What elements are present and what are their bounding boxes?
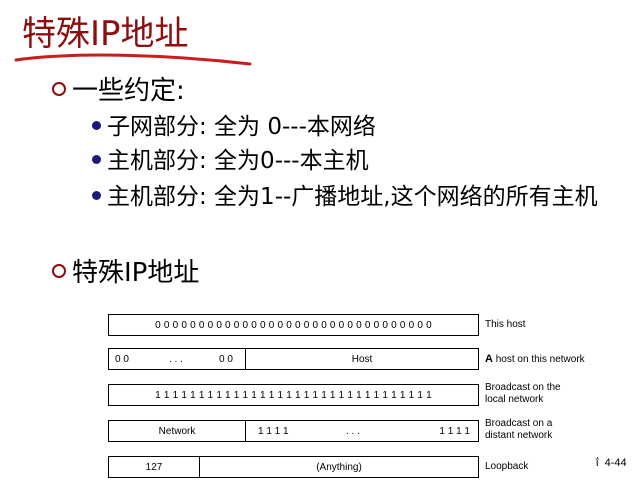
desc-loopback: Loopback [485,461,529,472]
hollow-circle-bullet-icon [52,82,66,96]
anything-field: (Anything) [199,457,478,477]
page-number: ΐ 4-44 [596,457,627,469]
desc-this-host: This host [485,319,526,330]
bullet-l2-host-zero: 主机部分: 全为0---本主机 [92,147,637,176]
desc-host-on-network: A host on this network [485,353,585,365]
diagram-row-local-broadcast: 1 1 1 1 1 1 1 1 1 1 1 1 1 1 1 1 1 1 1 1 … [108,384,479,406]
bullet-l2-subnet-zero: 子网部分: 全为 0---本网络 [92,113,637,142]
network-field: Network [158,425,196,437]
bullet-l1-conventions: 一些约定: [52,76,185,106]
diagram-row-host-on-network: 0 0 . . . 0 0 Host [108,348,479,370]
bullet-text: 主机部分: 全为1--广播地址,这个网络的所有主机 [107,184,598,210]
dot-bullet-icon [92,155,101,164]
host-field: Host [245,349,478,369]
bullet-l2-host-ones: 主机部分: 全为1--广播地址,这个网络的所有主机 [92,183,632,212]
hollow-circle-bullet-icon [52,264,66,278]
bullet-text: 特殊IP地址 [72,258,200,288]
bits-all-one: 1 1 1 1 1 1 1 1 1 1 1 1 1 1 1 1 1 1 1 1 … [155,389,432,401]
bullet-text: 主机部分: 全为0---本主机 [107,148,369,174]
bullet-text: 子网部分: 全为 0---本网络 [107,114,376,140]
bits-all-zero: 0 0 0 0 0 0 0 0 0 0 0 0 0 0 0 0 0 0 0 0 … [155,319,432,331]
diagram-row-distant-broadcast: Network 1 1 1 1 . . . 1 1 1 1 [108,420,479,442]
dot-bullet-icon [92,121,101,130]
desc-distant-broadcast: Broadcast on a distant network [485,418,553,441]
bits-zero-start: 0 0 [115,353,129,365]
bullet-text: 一些约定: [72,76,185,106]
bits-ellipsis: . . . [169,353,183,365]
diagram-row-this-host: 0 0 0 0 0 0 0 0 0 0 0 0 0 0 0 0 0 0 0 0 … [108,314,479,336]
loopback-prefix: 127 [145,461,163,473]
desc-local-broadcast: Broadcast on the local network [485,382,561,405]
bits-all-one-host: 1 1 1 1 . . . 1 1 1 1 [245,421,478,441]
slide-title: 特殊IP地址 [22,14,189,54]
diagram-row-loopback: 127 (Anything) [108,456,479,478]
dot-bullet-icon [92,191,101,200]
bullet-l1-special-ip: 特殊IP地址 [52,258,199,288]
title-underline [14,53,252,66]
